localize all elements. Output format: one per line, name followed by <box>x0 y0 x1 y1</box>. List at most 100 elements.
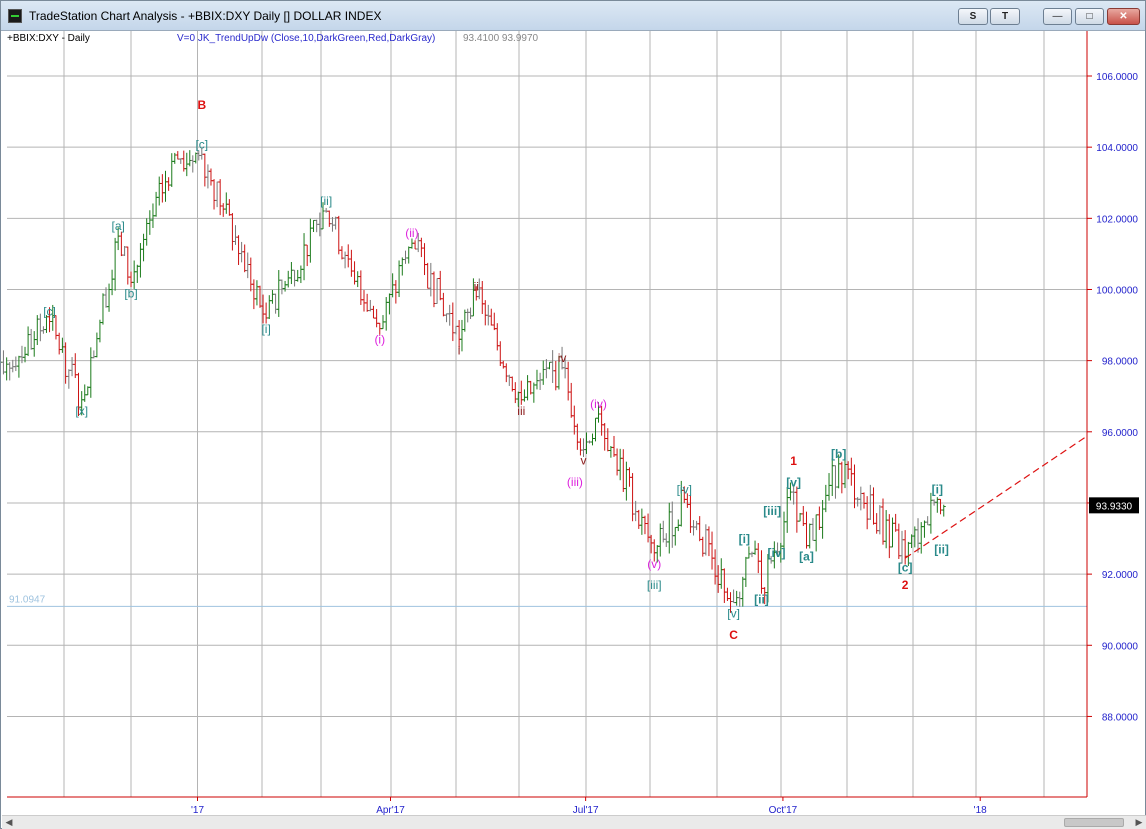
ohlc-bar <box>248 257 253 292</box>
ohlc-bar <box>270 289 275 304</box>
ohlc-bar <box>144 218 149 246</box>
ohlc-bar <box>633 500 638 522</box>
ohlc-bar <box>525 375 530 401</box>
ohlc-bar <box>374 309 379 328</box>
ohlc-bar <box>753 540 758 555</box>
ohlc-bar <box>538 372 543 390</box>
ohlc-bar <box>450 302 455 342</box>
ohlc-bar <box>759 550 764 594</box>
ohlc-bar <box>465 308 470 323</box>
ohlc-bar <box>283 280 288 292</box>
ohlc-bar <box>865 496 870 530</box>
ohlc-bar <box>289 262 294 285</box>
ohlc-bar <box>756 543 761 574</box>
ohlc-bar <box>890 517 895 548</box>
ohlc-bar <box>590 433 595 446</box>
price-chart[interactable]: 91.0947 [c][x][a][b][c]B[i][ii](i)(ii)ii… <box>1 1 1146 829</box>
ohlc-bar <box>492 312 497 331</box>
ohlc-bar <box>302 233 307 281</box>
wave-label: [ii] <box>934 543 949 557</box>
ohlc-bar <box>190 155 195 173</box>
ohlc-bar <box>710 531 715 570</box>
ohlc-bar <box>823 484 828 513</box>
wave-label: [x] <box>75 404 88 418</box>
ohlc-bar <box>584 432 589 454</box>
ohlc-bar <box>519 380 524 405</box>
ohlc-bar <box>749 551 754 558</box>
ohlc-bar <box>314 219 319 233</box>
ohlc-bar <box>807 523 812 549</box>
ohlc-bar <box>218 179 223 216</box>
ohlc-bar <box>893 513 898 532</box>
grid <box>7 31 1087 797</box>
ohlc-bar <box>459 319 464 352</box>
ohlc-bar <box>311 219 316 232</box>
ohlc-bar <box>593 417 598 442</box>
ohlc-bar <box>346 244 351 268</box>
indicator-label[interactable]: V=0 JK_TrendUpDw (Close,10,DarkGreen,Red… <box>177 33 435 44</box>
ohlc-bar <box>639 508 644 535</box>
ohlc-bar <box>251 279 256 310</box>
ohlc-bar <box>94 332 99 358</box>
wave-label: [c] <box>43 305 56 319</box>
wave-label: C <box>729 628 738 642</box>
ohlc-bar <box>400 257 405 276</box>
wave-label: iv <box>558 351 567 365</box>
ohlc-bar <box>541 360 546 385</box>
scroll-right-arrow-icon[interactable]: ▶ <box>1132 816 1146 829</box>
ohlc-bar <box>703 524 708 556</box>
ohlc-bar <box>849 457 854 486</box>
ohlc-bar <box>82 384 87 402</box>
ohlc-bar <box>324 207 329 213</box>
ohlc-bar <box>221 203 226 217</box>
ohlc-bar <box>276 270 281 317</box>
wave-label: [a] <box>111 219 124 233</box>
ohlc-bar <box>264 302 269 324</box>
ohlc-bar <box>362 290 367 312</box>
ohlc-bar <box>925 516 930 526</box>
wave-label: [ii] <box>754 592 769 606</box>
ohlc-bar <box>569 382 574 418</box>
wave-label: [iii] <box>763 504 781 518</box>
ohlc-bar <box>922 520 927 538</box>
wave-label: [i] <box>261 322 270 336</box>
wave-labels: [c][x][a][b][c]B[i][ii](i)(ii)iiiiiiivv(… <box>43 98 949 642</box>
ohlc-bar <box>820 500 825 539</box>
ohlc-bar <box>572 405 577 435</box>
ohlc-bar <box>403 250 408 264</box>
wave-label: v <box>580 454 586 468</box>
wave-label: [iii] <box>647 578 662 592</box>
ohlc-bar <box>737 591 742 607</box>
wave-label: [i] <box>932 482 943 496</box>
wave-label: [iv] <box>677 482 692 496</box>
ohlc-bar <box>160 174 165 203</box>
price-tick-label: 90.0000 <box>1102 641 1139 652</box>
scrollbar-thumb[interactable] <box>1064 818 1124 827</box>
scroll-left-arrow-icon[interactable]: ◀ <box>2 816 16 829</box>
ohlc-bar <box>706 526 711 557</box>
price-tick-label: 96.0000 <box>1102 428 1139 439</box>
ohlc-bar <box>236 235 241 265</box>
ohlc-bar <box>673 526 678 546</box>
price-tick-label: 104.0000 <box>1096 143 1138 154</box>
ohlc-bar <box>267 295 272 320</box>
wave-label: [i] <box>739 532 750 546</box>
ohlc-bar <box>38 313 43 342</box>
wave-label: (iv) <box>590 397 607 411</box>
wave-label: i <box>458 343 461 357</box>
ohlc-bar <box>110 269 115 296</box>
ohlc-bar <box>722 568 727 603</box>
ohlc-bar <box>468 307 473 320</box>
ohlc-bar <box>839 461 844 494</box>
horizontal-scrollbar[interactable]: ◀ ▶ <box>2 815 1146 829</box>
ohlc-bar <box>13 356 18 372</box>
ohlc-bar <box>1 361 3 363</box>
ohlc-bar <box>618 448 623 481</box>
ohlc-bar <box>486 304 491 326</box>
reference-line: 91.0947 <box>7 594 1087 607</box>
wave-label: [iv] <box>767 546 785 560</box>
ohlc-bar <box>435 277 440 304</box>
ohlc-bar <box>743 556 748 587</box>
ohlc-bar <box>719 558 724 589</box>
ohlc-bar <box>132 260 137 289</box>
